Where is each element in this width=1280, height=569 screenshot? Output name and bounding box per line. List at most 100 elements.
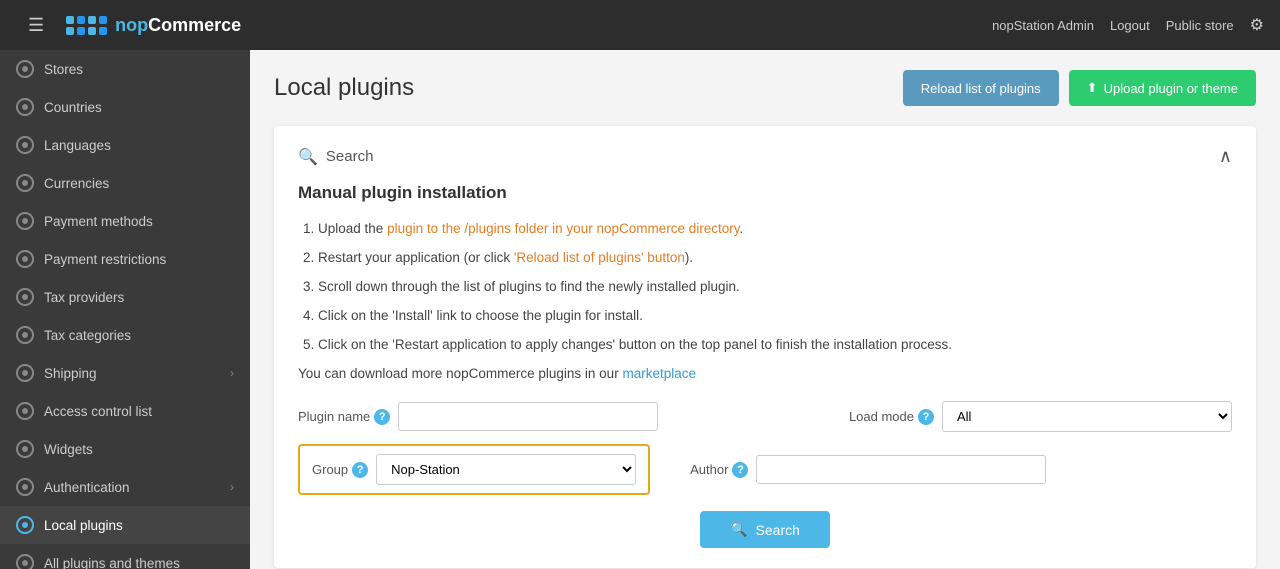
sidebar-item-label: Languages (44, 138, 234, 153)
tax-categories-icon (16, 326, 34, 344)
marketplace-note: You can download more nopCommerce plugin… (298, 366, 1232, 381)
plugin-name-input[interactable] (398, 402, 658, 431)
install-step-3: Scroll down through the list of plugins … (318, 273, 1232, 300)
search-button[interactable]: 🔍 Search (700, 511, 830, 548)
sidebar-item-label: Tax providers (44, 290, 234, 305)
chevron-right-icon: › (230, 366, 234, 380)
layout: Stores Countries Languages Currencies Pa… (0, 50, 1280, 569)
group-field-highlighted: Group ? All Nop-Station SevenSpikes Othe… (298, 444, 650, 495)
payment-methods-icon (16, 212, 34, 230)
install-steps-list: Upload the plugin to the /plugins folder… (298, 215, 1232, 358)
all-plugins-icon (16, 554, 34, 569)
header-buttons: Reload list of plugins ⬆ Upload plugin o… (903, 70, 1256, 106)
currencies-icon (16, 174, 34, 192)
manual-install-section: Manual plugin installation Upload the pl… (298, 183, 1232, 381)
admin-username: nopStation Admin (992, 18, 1094, 33)
load-mode-group: Load mode ? All Installed only Not insta… (849, 401, 1232, 432)
form-row-1: Plugin name ? Load mode ? All Installed … (298, 401, 1232, 432)
authentication-icon (16, 478, 34, 496)
sidebar-item-label: Currencies (44, 176, 234, 191)
search-header: 🔍 Search ∧ (298, 146, 1232, 167)
brand-name: nopCommerce (115, 15, 241, 36)
marketplace-link[interactable]: marketplace (622, 366, 696, 381)
sidebar-item-shipping[interactable]: Shipping › (0, 354, 250, 392)
sidebar-item-label: Shipping (44, 366, 220, 381)
form-area: Plugin name ? Load mode ? All Installed … (298, 401, 1232, 548)
stores-icon (16, 60, 34, 78)
sidebar-item-label: Stores (44, 62, 234, 77)
sidebar-item-label: Widgets (44, 442, 234, 457)
install-step-1: Upload the plugin to the /plugins folder… (318, 215, 1232, 242)
settings-icon[interactable]: ⚙ (1250, 15, 1264, 35)
plugin-name-group: Plugin name ? (298, 402, 658, 431)
group-label: Group ? (312, 462, 368, 478)
group-select[interactable]: All Nop-Station SevenSpikes Other (376, 454, 636, 485)
plugin-name-help-icon[interactable]: ? (374, 409, 390, 425)
sidebar-item-label: Payment methods (44, 214, 234, 229)
sidebar-item-payment-restrictions[interactable]: Payment restrictions (0, 240, 250, 278)
author-group: Author ? (690, 455, 1046, 484)
plugins-folder-link[interactable]: plugin to the /plugins folder in your no… (387, 221, 739, 236)
sidebar-item-tax-providers[interactable]: Tax providers (0, 278, 250, 316)
brand-icon (66, 16, 107, 35)
nav-right: nopStation Admin Logout Public store ⚙ (992, 15, 1264, 35)
acl-icon (16, 402, 34, 420)
sidebar-item-currencies[interactable]: Currencies (0, 164, 250, 202)
load-mode-label: Load mode ? (849, 409, 934, 425)
shipping-icon (16, 364, 34, 382)
author-label: Author ? (690, 462, 748, 478)
sidebar-item-label: Tax categories (44, 328, 234, 343)
sidebar-item-payment-methods[interactable]: Payment methods (0, 202, 250, 240)
sidebar-item-stores[interactable]: Stores (0, 50, 250, 88)
sidebar-item-languages[interactable]: Languages (0, 126, 250, 164)
upload-plugin-button[interactable]: ⬆ Upload plugin or theme (1069, 70, 1256, 106)
load-mode-select[interactable]: All Installed only Not installed only (942, 401, 1232, 432)
reload-plugins-link[interactable]: 'Reload list of plugins' button (514, 250, 685, 265)
sidebar-item-label: Authentication (44, 480, 220, 495)
group-help-icon[interactable]: ? (352, 462, 368, 478)
sidebar-item-countries[interactable]: Countries (0, 88, 250, 126)
search-card: 🔍 Search ∧ Manual plugin installation Up… (274, 126, 1256, 568)
hamburger-button[interactable]: ☰ (16, 7, 56, 44)
public-store-link[interactable]: Public store (1166, 18, 1234, 33)
sidebar-item-label: Countries (44, 100, 234, 115)
sidebar-item-access-control-list[interactable]: Access control list (0, 392, 250, 430)
search-button-container: 🔍 Search (298, 511, 1232, 548)
widgets-icon (16, 440, 34, 458)
collapse-icon[interactable]: ∧ (1219, 146, 1232, 167)
form-row-2: Group ? All Nop-Station SevenSpikes Othe… (298, 444, 1232, 495)
author-input[interactable] (756, 455, 1046, 484)
search-button-label: Search (756, 522, 800, 538)
author-help-icon[interactable]: ? (732, 462, 748, 478)
countries-icon (16, 98, 34, 116)
search-button-icon: 🔍 (730, 521, 747, 538)
languages-icon (16, 136, 34, 154)
sidebar-item-authentication[interactable]: Authentication › (0, 468, 250, 506)
sidebar-item-tax-categories[interactable]: Tax categories (0, 316, 250, 354)
search-title-label: Search (326, 148, 374, 165)
search-title: 🔍 Search (298, 147, 373, 167)
sidebar-item-label: Local plugins (44, 518, 234, 533)
brand-logo: nopCommerce (66, 15, 241, 36)
tax-providers-icon (16, 288, 34, 306)
local-plugins-icon (16, 516, 34, 534)
main-content: Local plugins Reload list of plugins ⬆ U… (250, 50, 1280, 569)
logout-link[interactable]: Logout (1110, 18, 1150, 33)
sidebar: Stores Countries Languages Currencies Pa… (0, 50, 250, 569)
load-mode-help-icon[interactable]: ? (918, 409, 934, 425)
page-title: Local plugins (274, 74, 414, 102)
manual-install-title: Manual plugin installation (298, 183, 1232, 203)
sidebar-item-label: All plugins and themes (44, 556, 234, 569)
plugin-name-label: Plugin name ? (298, 409, 390, 425)
sidebar-item-label: Access control list (44, 404, 234, 419)
upload-button-label: Upload plugin or theme (1104, 81, 1238, 96)
reload-list-button[interactable]: Reload list of plugins (903, 70, 1059, 106)
page-header: Local plugins Reload list of plugins ⬆ U… (274, 70, 1256, 106)
sidebar-item-widgets[interactable]: Widgets (0, 430, 250, 468)
search-title-icon: 🔍 (298, 147, 318, 167)
sidebar-item-local-plugins[interactable]: Local plugins (0, 506, 250, 544)
sidebar-item-all-plugins-and-themes[interactable]: All plugins and themes (0, 544, 250, 569)
install-step-2: Restart your application (or click 'Relo… (318, 244, 1232, 271)
install-step-4: Click on the 'Install' link to choose th… (318, 302, 1232, 329)
payment-restrictions-icon (16, 250, 34, 268)
